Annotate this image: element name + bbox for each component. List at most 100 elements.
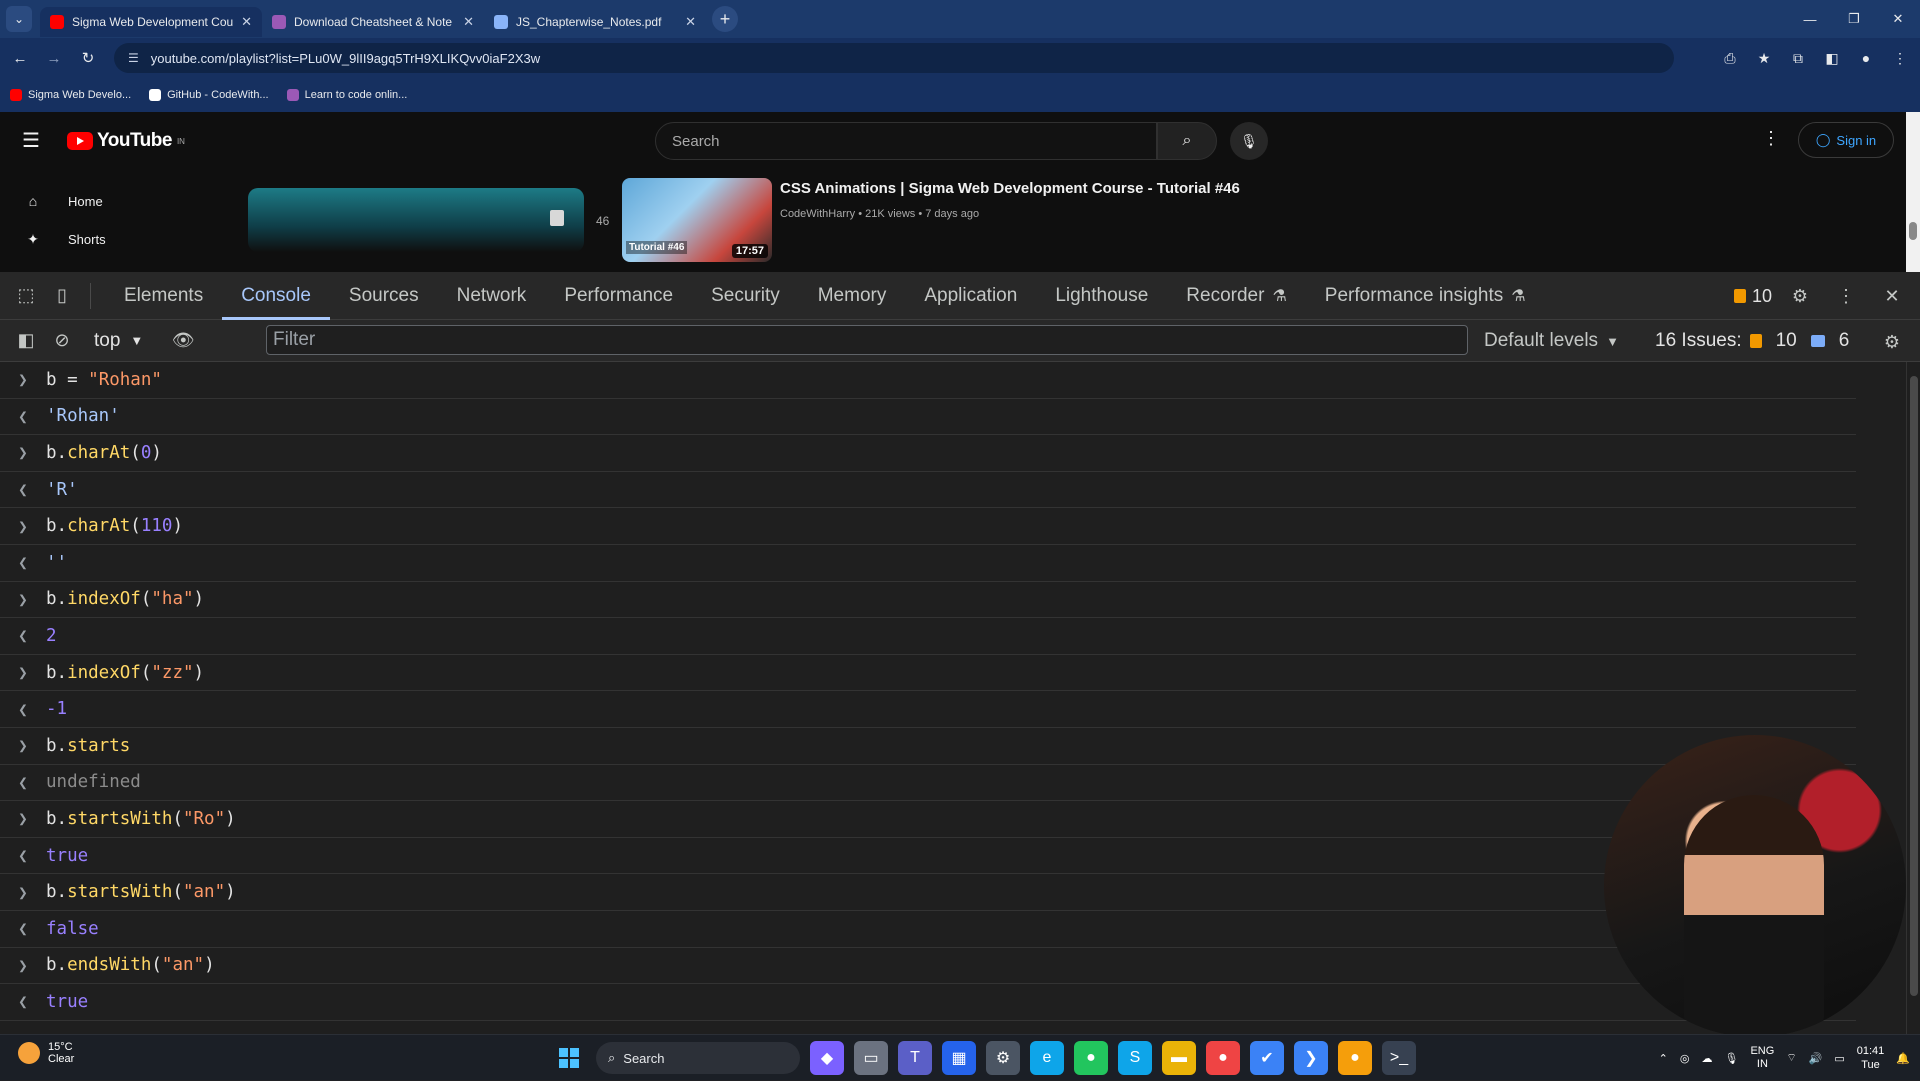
chevron-right-icon[interactable]: ❯ [0,590,46,609]
voice-search-button[interactable]: 🎙 [1230,122,1268,160]
copilot-icon[interactable]: ◆ [810,1041,844,1075]
live-expression-eye-icon[interactable]: 👁 [165,323,201,359]
bookmark-item[interactable]: Sigma Web Develo... [10,89,131,101]
device-toolbar-icon[interactable]: ▯ [44,278,80,314]
vscode-icon[interactable]: ❯ [1294,1041,1328,1075]
chevron-right-icon[interactable]: ❯ [0,956,46,975]
chrome-canary-icon[interactable]: ● [1338,1041,1372,1075]
todo-icon[interactable]: ✔ [1250,1041,1284,1075]
chevron-right-icon[interactable]: ❯ [0,517,46,536]
new-tab-button[interactable]: + [712,6,738,32]
inspect-element-icon[interactable]: ⬚ [8,278,44,314]
more-settings-icon[interactable]: ⋮ [1762,128,1780,149]
warnings-counter[interactable]: 10 [1733,286,1772,307]
console-settings-icon[interactable]: ⚙ [1874,324,1910,360]
onedrive-icon[interactable]: ☁ [1702,1052,1713,1065]
install-app-icon[interactable]: ⎙ [1716,44,1744,72]
chevron-right-icon[interactable]: ❯ [0,443,46,462]
video-title[interactable]: CSS Animations | Sigma Web Development C… [780,180,1240,197]
tab-performance[interactable]: Performance [545,272,692,320]
tab-recorder[interactable]: Recorder ⚗ [1167,272,1306,320]
close-window-button[interactable]: ✕ [1876,0,1920,38]
close-icon[interactable]: ✕ [241,14,252,30]
console-scrollbar[interactable] [1906,362,1920,1034]
search-button[interactable]: ⌕ [1157,122,1217,160]
notifications-bell-icon[interactable]: 🔔 [1896,1052,1910,1065]
close-devtools-icon[interactable]: ✕ [1874,278,1910,314]
video-thumbnail[interactable]: Tutorial #46 17:57 [622,178,772,262]
tray-app-icon[interactable]: ◎ [1680,1052,1690,1065]
battery-icon[interactable]: ▭ [1834,1052,1844,1065]
sidebar-item-shorts[interactable]: ✦ Shorts [0,220,200,258]
tab-search-button[interactable]: ⌄ [6,6,32,32]
side-panel-icon[interactable]: ◧ [1818,44,1846,72]
chrome-icon-2[interactable]: ● [1206,1041,1240,1075]
console-filter-input[interactable] [266,325,1468,355]
tab-security[interactable]: Security [692,272,799,320]
tab-lighthouse[interactable]: Lighthouse [1036,272,1167,320]
browser-tab[interactable]: Download Cheatsheet & Note ✕ [262,7,484,37]
volume-icon[interactable]: 🔊 [1809,1052,1823,1065]
bookmark-item[interactable]: Learn to code onlin... [286,89,407,101]
profile-icon[interactable]: ● [1852,44,1880,72]
page-scrollbar[interactable] [1906,112,1920,272]
youtube-logo[interactable]: YouTube IN [67,130,185,152]
chevron-right-icon[interactable]: ❯ [0,370,46,389]
save-playlist-icon[interactable] [550,210,564,226]
start-button[interactable] [552,1041,586,1075]
close-icon[interactable]: ✕ [463,14,474,30]
tab-sources[interactable]: Sources [330,272,438,320]
chrome-icon[interactable]: ● [1074,1041,1108,1075]
bookmark-star-icon[interactable]: ★ [1750,44,1778,72]
bookmark-item[interactable]: GitHub - CodeWith... [149,89,269,101]
tab-elements[interactable]: Elements [105,272,222,320]
browser-tab[interactable]: Sigma Web Development Cou ✕ [40,7,262,37]
chevron-right-icon[interactable]: ❯ [0,736,46,755]
guide-menu-icon[interactable]: ☰ [22,128,40,153]
context-selector[interactable]: top ▼ [94,330,143,352]
skype-icon[interactable]: S [1118,1041,1152,1075]
back-button[interactable]: ← [6,44,34,72]
browser-menu-icon[interactable]: ⋮ [1886,44,1914,72]
chevron-right-icon[interactable]: ❯ [0,809,46,828]
address-bar[interactable]: ☰ youtube.com/playlist?list=PLu0W_9lII9a… [114,43,1674,73]
devtools-settings-icon[interactable]: ⚙ [1782,278,1818,314]
calendar-icon[interactable]: ▦ [942,1041,976,1075]
folder-icon[interactable]: ▬ [1162,1041,1196,1075]
sidebar-toggle-icon[interactable]: ◧ [8,323,44,359]
log-levels-dropdown[interactable]: Default levels ▼ [1484,320,1619,362]
tab-network[interactable]: Network [438,272,546,320]
wifi-icon[interactable]: ⌔ [1786,1051,1796,1065]
sidebar-item-home[interactable]: ⌂ Home [0,182,200,220]
site-info-icon[interactable]: ☰ [128,51,139,65]
scrollbar-thumb[interactable] [1909,222,1917,240]
sidebar-item-subscriptions[interactable]: ▤Subscriptions [0,258,200,273]
chevron-right-icon[interactable]: ❯ [0,883,46,902]
settings-icon[interactable]: ⚙ [986,1041,1020,1075]
file-explorer-task-icon[interactable]: ▭ [854,1041,888,1075]
devtools-menu-icon[interactable]: ⋮ [1828,278,1864,314]
tray-chevron-up-icon[interactable]: ⌃ [1659,1052,1668,1065]
forward-button[interactable]: → [40,44,68,72]
tab-memory[interactable]: Memory [799,272,906,320]
clear-console-icon[interactable]: ⊘ [44,323,80,359]
language-indicator[interactable]: ENG IN [1750,1045,1774,1071]
weather-widget[interactable]: 15°C Clear [18,1041,74,1065]
clock[interactable]: 01:41 Tue [1857,1044,1885,1072]
terminal-icon[interactable]: >_ [1382,1041,1416,1075]
taskbar-search[interactable]: ⌕ Search [596,1042,800,1074]
extensions-icon[interactable]: ⧉ [1784,44,1812,72]
minimize-button[interactable]: — [1788,0,1832,38]
browser-tab[interactable]: JS_Chapterwise_Notes.pdf ✕ [484,7,706,37]
microphone-icon[interactable]: 🎙 [1725,1052,1739,1065]
console-scroll-thumb[interactable] [1910,376,1918,996]
tab-console[interactable]: Console [222,272,330,320]
edge-icon[interactable]: e [1030,1041,1064,1075]
tab-performance-insights[interactable]: Performance insights ⚗ [1306,272,1545,320]
maximize-button[interactable]: ❐ [1832,0,1876,38]
chevron-right-icon[interactable]: ❯ [0,663,46,682]
tab-application[interactable]: Application [905,272,1036,320]
reload-button[interactable]: ↻ [74,44,102,72]
teams-icon[interactable]: T [898,1041,932,1075]
youtube-search-input[interactable]: Search [655,122,1157,160]
